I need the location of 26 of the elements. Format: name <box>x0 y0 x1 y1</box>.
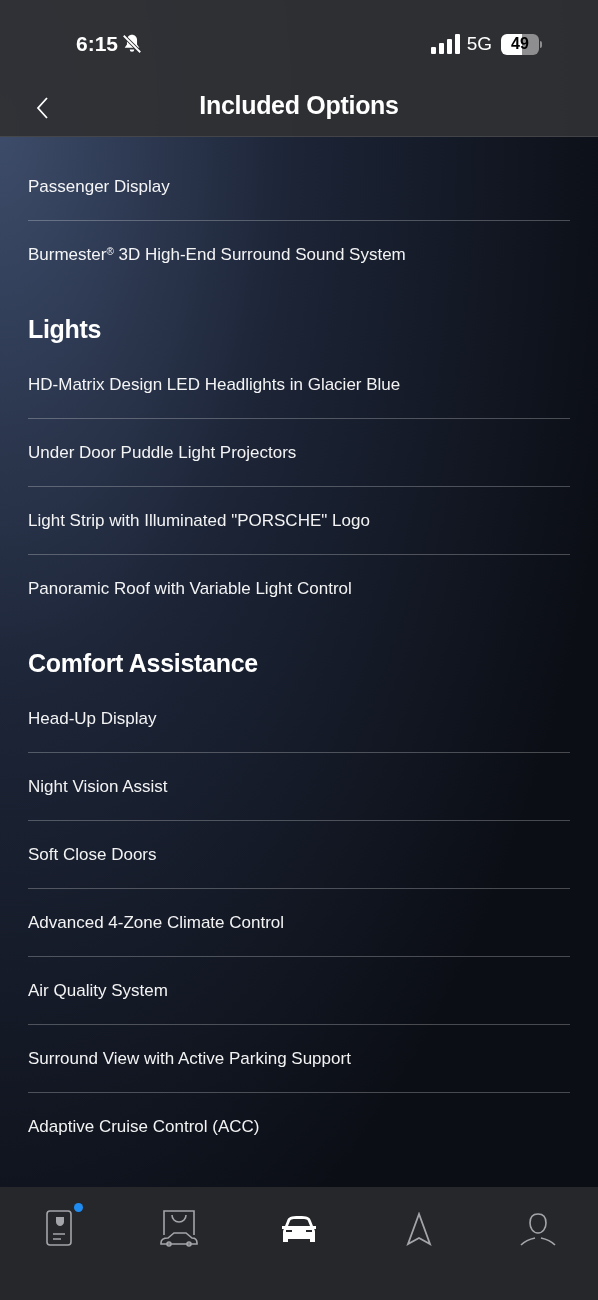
option-item: Panoramic Roof with Variable Light Control <box>28 578 352 601</box>
id-card-icon <box>44 1209 75 1249</box>
back-icon[interactable] <box>36 96 50 120</box>
profile-icon <box>519 1212 558 1246</box>
option-item: Passenger Display <box>28 175 170 198</box>
battery-indicator: 49 <box>501 33 539 55</box>
option-item: Adaptive Cruise Control (ACC) <box>28 1116 260 1139</box>
option-item: Burmester$^{®}$ 3D High-End Surround Sound System <box>28 244 406 267</box>
signal-icon <box>430 34 461 54</box>
bag-car-icon <box>159 1209 200 1249</box>
section-heading: Comfort Assistance <box>28 648 259 679</box>
option-item: Surround View with Active Parking Support <box>28 1047 351 1070</box>
option-item: Night Vision Assist <box>28 775 168 798</box>
page-title: Included Options <box>199 89 399 121</box>
car-icon <box>279 1213 319 1245</box>
option-item: Light Strip with Illuminated "PORSCHE" Logo <box>28 509 370 532</box>
option-item: Head-Up Display <box>28 707 157 730</box>
status-time: 6:15 <box>76 31 119 58</box>
section-heading: Lights <box>28 314 103 345</box>
option-item: Under Door Puddle Light Projectors <box>28 441 297 464</box>
option-item: Air Quality System <box>28 979 168 1002</box>
navigation-arrow-icon <box>404 1212 433 1246</box>
network-label: 5G <box>466 31 492 56</box>
option-item: HD-Matrix Design LED Headlights in Glacier Blue <box>28 373 401 396</box>
option-item: Soft Close Doors <box>28 843 157 866</box>
option-item: Advanced 4-Zone Climate Control <box>28 911 285 934</box>
